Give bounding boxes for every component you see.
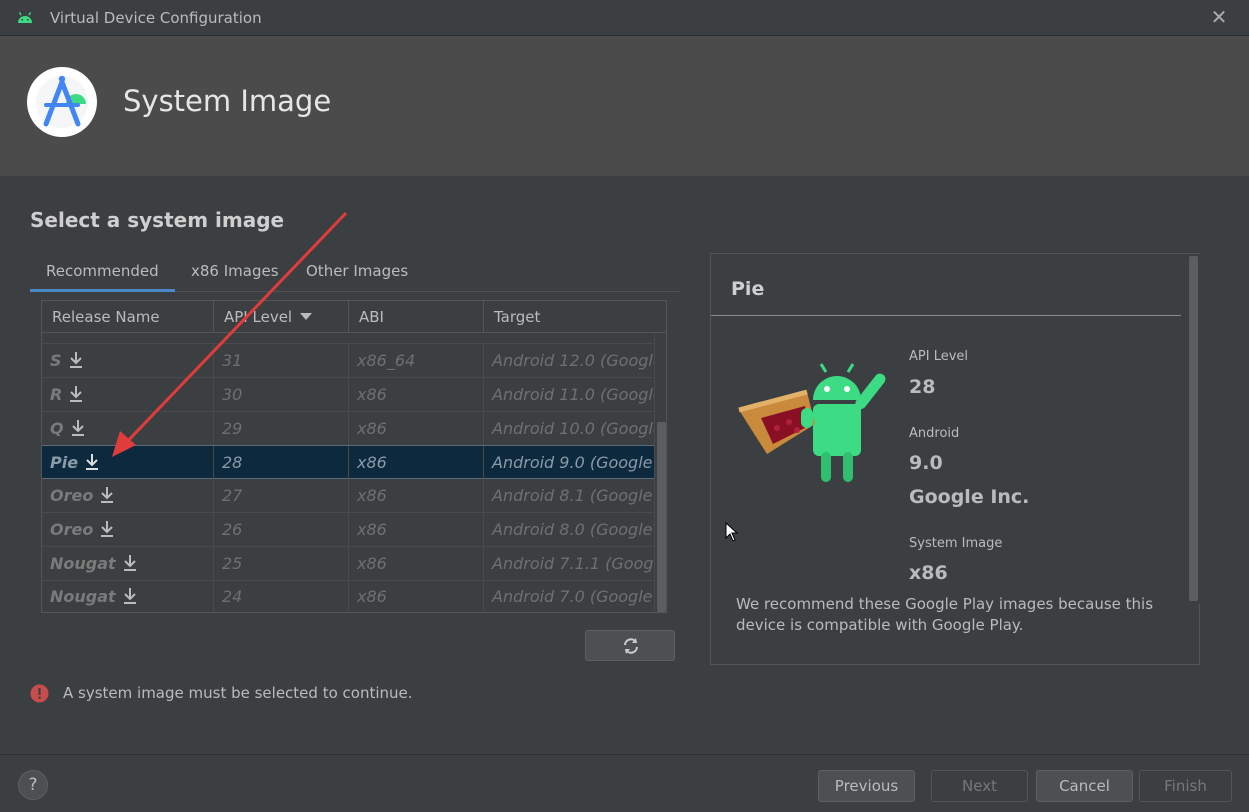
api-level: 26 bbox=[214, 513, 349, 547]
tab-bar: Recommended x86 Images Other Images bbox=[30, 256, 680, 292]
column-header-abi[interactable]: ABI bbox=[349, 301, 484, 333]
tab-recommended[interactable]: Recommended bbox=[30, 256, 175, 292]
vendor-value: Google Inc. bbox=[909, 486, 1030, 508]
release-name: Nougat bbox=[50, 587, 116, 606]
refresh-icon bbox=[624, 638, 638, 654]
download-icon[interactable] bbox=[99, 486, 115, 504]
table-scrollbar[interactable] bbox=[654, 334, 666, 612]
cancel-button[interactable]: Cancel bbox=[1036, 770, 1133, 802]
table-row[interactable]: R 30 x86 Android 11.0 (Google bbox=[42, 378, 654, 412]
details-description: We recommend these Google Play images be… bbox=[736, 595, 1154, 634]
close-icon[interactable]: ✕ bbox=[1209, 6, 1229, 28]
download-icon[interactable] bbox=[68, 351, 84, 369]
system-image-details-panel: Pie API Level 28 Android 9.0 Google Inc.… bbox=[710, 253, 1200, 665]
release-name: Oreo bbox=[50, 486, 94, 505]
api-level-value: 28 bbox=[909, 376, 936, 398]
release-name: Pie bbox=[50, 453, 79, 472]
android-version-value: 9.0 bbox=[909, 452, 943, 474]
target: Android 8.0 (Google P bbox=[492, 520, 654, 539]
system-image-value: x86 bbox=[909, 562, 948, 584]
api-level: 24 bbox=[214, 580, 349, 612]
details-title: Pie bbox=[731, 278, 765, 300]
target: Android 11.0 (Google bbox=[492, 385, 654, 404]
target: Android 8.1 (Google P bbox=[492, 486, 654, 505]
sort-down-icon bbox=[300, 313, 313, 320]
table-row[interactable]: Q 29 x86 Android 10.0 (Google bbox=[42, 412, 654, 446]
table-row[interactable]: Nougat 25 x86 Android 7.1.1 (Google bbox=[42, 547, 654, 581]
api-level-label: API Level bbox=[909, 349, 969, 364]
api-level: 28 bbox=[214, 446, 349, 480]
abi: x86 bbox=[349, 479, 484, 513]
next-button[interactable]: Next bbox=[931, 770, 1028, 802]
download-icon[interactable] bbox=[122, 554, 138, 572]
abi: x86 bbox=[349, 547, 484, 581]
details-scrollbar[interactable] bbox=[1188, 254, 1200, 604]
wizard-header: System Image bbox=[0, 36, 1249, 176]
android-pie-mascot bbox=[738, 363, 886, 482]
page-title: System Image bbox=[123, 84, 332, 118]
release-name: Oreo bbox=[50, 520, 94, 539]
title-bar: Virtual Device Configuration ✕ bbox=[0, 0, 1249, 36]
error-icon bbox=[30, 684, 49, 703]
abi: x86 bbox=[349, 378, 484, 412]
column-header-release-name[interactable]: Release Name bbox=[42, 301, 214, 333]
table-body[interactable]: S 31 x86_64 Android 12.0 (Google R 30 x8… bbox=[42, 334, 654, 612]
details-divider bbox=[711, 315, 1181, 316]
download-icon[interactable] bbox=[70, 419, 86, 437]
release-name: S bbox=[50, 351, 62, 370]
column-header-target[interactable]: Target bbox=[484, 301, 666, 333]
target: Android 10.0 (Google bbox=[492, 419, 654, 438]
table-row[interactable]: Oreo 26 x86 Android 8.0 (Google P bbox=[42, 513, 654, 547]
tab-other-images[interactable]: Other Images bbox=[290, 256, 424, 292]
table-row-selected[interactable]: Pie 28 x86 Android 9.0 (Google P bbox=[42, 445, 654, 480]
api-level: 27 bbox=[214, 479, 349, 513]
android-studio-logo bbox=[27, 67, 97, 137]
abi: x86_64 bbox=[349, 344, 484, 378]
release-name: R bbox=[50, 385, 63, 404]
android-label: Android bbox=[909, 426, 960, 441]
abi: x86 bbox=[349, 412, 484, 446]
download-icon[interactable] bbox=[99, 520, 115, 538]
download-icon[interactable] bbox=[68, 385, 84, 403]
system-image-label: System Image bbox=[909, 536, 1003, 551]
table-row[interactable]: Oreo 27 x86 Android 8.1 (Google P bbox=[42, 479, 654, 513]
table-row[interactable]: Nougat 24 x86 Android 7.0 (Google P bbox=[42, 580, 654, 612]
target: Android 9.0 (Google P bbox=[492, 453, 654, 472]
tab-x86-images[interactable]: x86 Images bbox=[175, 256, 295, 292]
target: Android 7.0 (Google P bbox=[492, 587, 654, 606]
api-level: 31 bbox=[214, 344, 349, 378]
table-row-partial bbox=[42, 334, 654, 344]
table-scrollbar-thumb[interactable] bbox=[657, 422, 666, 612]
system-image-table: Release Name API Level ABI Target S 31 x… bbox=[41, 300, 667, 613]
wizard-footer: ? Previous Next Cancel Finish bbox=[0, 754, 1249, 812]
mouse-cursor bbox=[725, 522, 739, 542]
release-name: Nougat bbox=[50, 554, 116, 573]
window-title: Virtual Device Configuration bbox=[50, 9, 262, 27]
abi: x86 bbox=[349, 446, 484, 480]
target: Android 7.1.1 (Google bbox=[492, 554, 654, 573]
previous-button[interactable]: Previous bbox=[818, 770, 915, 802]
abi: x86 bbox=[349, 513, 484, 547]
abi: x86 bbox=[349, 580, 484, 612]
target: Android 12.0 (Google bbox=[492, 351, 654, 370]
download-icon[interactable] bbox=[122, 587, 138, 605]
android-icon bbox=[18, 12, 32, 23]
release-name: Q bbox=[50, 419, 64, 438]
download-icon[interactable] bbox=[84, 453, 100, 471]
finish-button[interactable]: Finish bbox=[1139, 770, 1232, 802]
table-header: Release Name API Level ABI Target bbox=[42, 301, 666, 333]
api-level: 25 bbox=[214, 547, 349, 581]
api-level: 30 bbox=[214, 378, 349, 412]
column-header-api-level[interactable]: API Level bbox=[214, 301, 349, 333]
details-scrollbar-thumb[interactable] bbox=[1189, 256, 1198, 601]
section-title: Select a system image bbox=[30, 208, 285, 232]
api-level: 29 bbox=[214, 412, 349, 446]
table-row[interactable]: S 31 x86_64 Android 12.0 (Google bbox=[42, 344, 654, 378]
refresh-button[interactable] bbox=[585, 630, 675, 661]
error-message: A system image must be selected to conti… bbox=[63, 684, 413, 702]
help-button[interactable]: ? bbox=[18, 770, 48, 800]
